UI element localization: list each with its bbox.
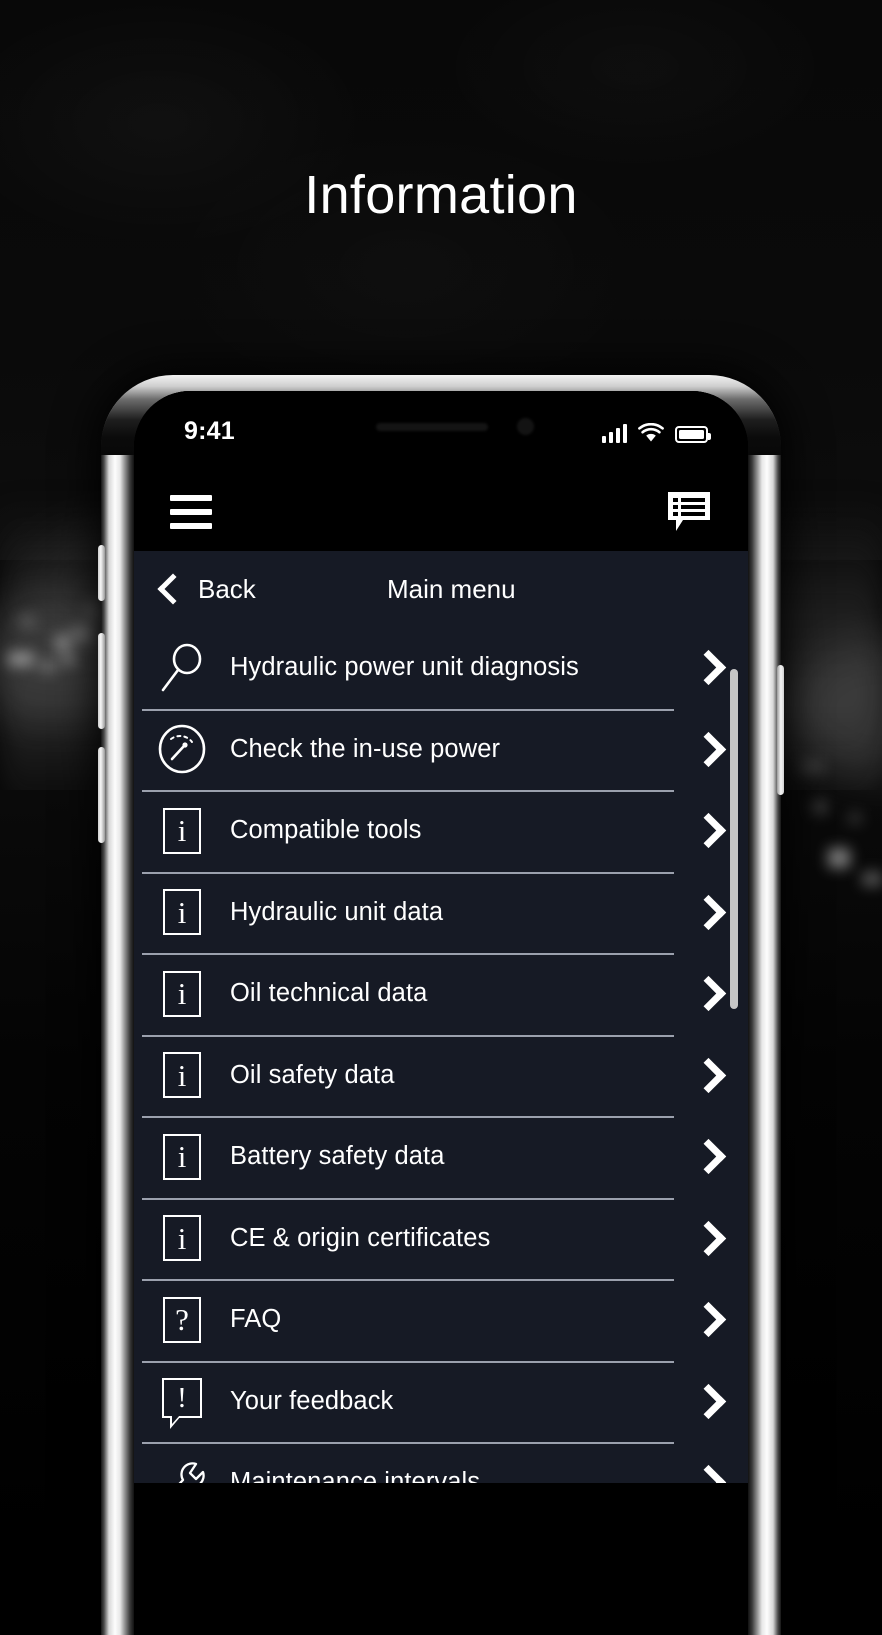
info-glyph: i [163,1133,201,1180]
menu-item-maintenance-intervals[interactable]: Maintenance intervals [134,1442,748,1483]
info-icon: i [134,872,230,954]
info-glyph: i [163,1052,201,1099]
status-bar-icons [601,419,711,443]
feedback-bubble-icon: ! [134,1361,230,1443]
question-glyph: ? [163,1296,201,1343]
background-city-light [8,652,34,666]
menu-item-label: Oil safety data [230,1060,395,1089]
background-city-light [62,654,76,665]
info-glyph: i [163,970,201,1017]
info-icon: i [134,790,230,872]
wifi-icon [638,422,664,443]
menu-item-your-feedback[interactable]: ! Your feedback [134,1360,748,1443]
info-glyph: i [163,889,201,936]
info-icon: i [134,953,230,1035]
earpiece-speaker [376,423,489,431]
info-icon: i [134,1116,230,1198]
menu-item-compatible-tools[interactable]: i Compatible tools [134,790,748,872]
info-glyph: i [163,1215,201,1262]
background-city-light [828,848,850,868]
nav-header: Back Main menu [134,551,748,627]
status-bar: 9:41 [134,391,748,479]
list-scrollbar[interactable] [730,627,738,1483]
phone-body: 9:41 Back Main menu Hydraulic power unit… [134,391,748,1635]
back-button[interactable]: Back [156,573,256,605]
menu-item-label: Compatible tools [230,816,422,845]
menu-item-battery-safety-data[interactable]: i Battery safety data [134,1116,748,1198]
gauge-icon [134,709,230,791]
menu-item-ce-and-origin-certificates[interactable]: i CE & origin certificates [134,1197,748,1280]
battery-full-icon [675,426,711,443]
info-icon: i [134,1035,230,1117]
menu-item-label: Your feedback [230,1386,394,1415]
background-city-light [86,600,100,622]
wrench-icon [134,1442,230,1483]
background-city-light [18,615,36,627]
menu-item-label: Oil technical data [230,979,428,1008]
menu-item-label: Battery safety data [230,1142,445,1171]
status-bar-time: 9:41 [184,417,235,445]
background-city-light [812,800,828,814]
phone-silent-switch-button[interactable] [98,545,105,601]
message-list-icon[interactable] [666,490,712,534]
background-city-light [40,660,56,672]
exclamation-glyph: ! [162,1378,202,1430]
page-title: Information [304,165,578,225]
info-icon: i [134,1198,230,1280]
menu-item-label: Hydraulic unit data [230,897,444,926]
menu-item-label: FAQ [230,1305,282,1334]
chevron-left-icon [157,573,189,605]
question-icon: ? [134,1279,230,1361]
background-city-light [862,872,882,886]
background-city-light [848,812,862,824]
main-menu-list: Hydraulic power unit diagnosis Check the… [134,627,748,1483]
phone-device-mockup: 9:41 Back Main menu Hydraulic power unit… [98,375,784,1635]
phone-volume-down-button[interactable] [98,747,105,843]
menu-item-oil-technical-data[interactable]: i Oil technical data [134,953,748,1035]
menu-item-label: Maintenance intervals [230,1468,481,1483]
menu-item-label: Check the in-use power [230,734,501,763]
menu-item-hydraulic-unit-data[interactable]: i Hydraulic unit data [134,871,748,954]
menu-item-check-the-in-use-power[interactable]: Check the in-use power [134,708,748,791]
scrollbar-thumb[interactable] [730,669,738,1009]
front-camera [517,418,534,435]
hamburger-menu-icon[interactable] [170,495,212,529]
menu-item-faq[interactable]: ? FAQ [134,1279,748,1361]
phone-power-button[interactable] [777,665,784,795]
phone-volume-up-button[interactable] [98,633,105,729]
menu-item-label: CE & origin certificates [230,1223,491,1252]
back-button-label: Back [198,573,256,604]
background-city-light [800,760,824,774]
info-glyph: i [163,807,201,854]
app-bar [134,479,748,551]
phone-screen: 9:41 Back Main menu Hydraulic power unit… [134,391,748,1635]
menu-item-hydraulic-power-unit-diagnosis[interactable]: Hydraulic power unit diagnosis [134,627,748,709]
menu-item-oil-safety-data[interactable]: i Oil safety data [134,1034,748,1117]
background-city-light [72,625,92,643]
nav-title: Main menu [386,573,516,604]
magnifier-icon [134,627,230,709]
menu-item-label: Hydraulic power unit diagnosis [230,653,579,682]
cellular-signal-icon [601,423,627,443]
background-city-light [55,635,71,651]
